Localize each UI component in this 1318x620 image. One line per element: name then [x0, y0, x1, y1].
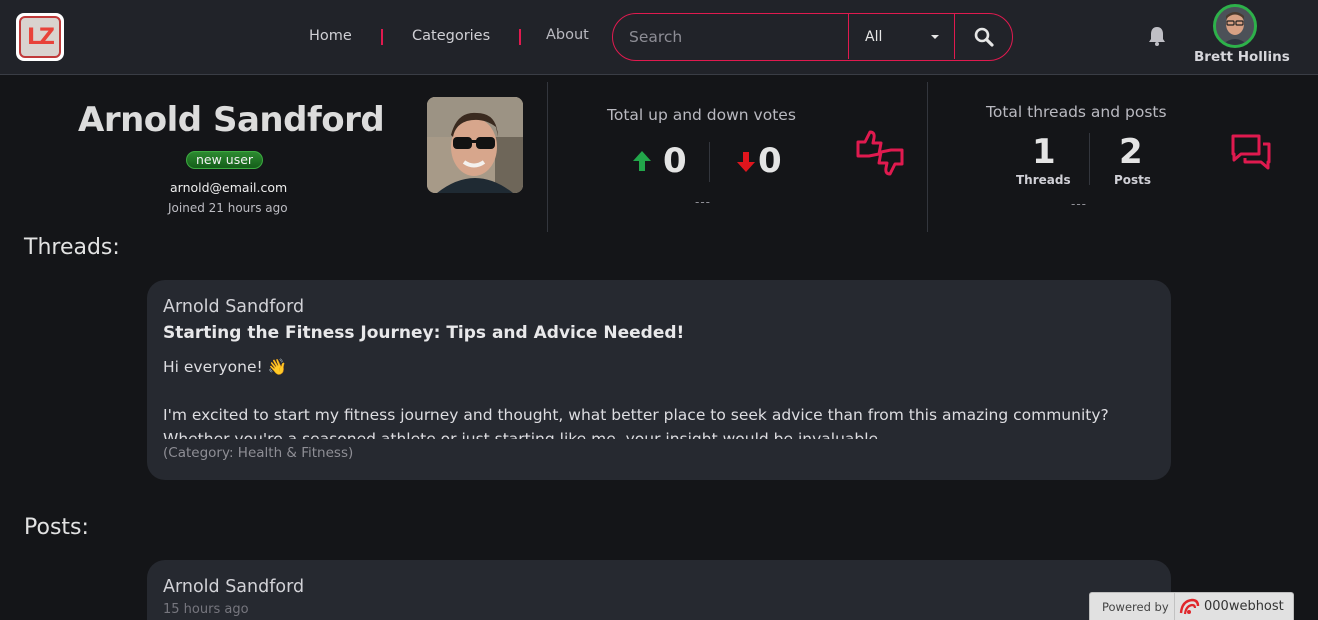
- current-username[interactable]: Brett Hollins: [1194, 49, 1290, 65]
- user-avatar[interactable]: [1213, 4, 1257, 48]
- logo-frame: LZ: [19, 16, 61, 58]
- thread-excerpt-line: Whether you're a seasoned athlete or jus…: [163, 430, 883, 439]
- profile-photo: [427, 97, 523, 193]
- top-navbar: LZ Home Categories About All: [0, 0, 1318, 75]
- stats-divider-2: [927, 82, 928, 232]
- posts-heading: Posts:: [24, 515, 89, 540]
- profile-name: Arnold Sandford: [78, 100, 385, 140]
- posts-count: 2: [1119, 132, 1143, 172]
- thumbs-up-down-icon: [856, 130, 904, 176]
- search-input[interactable]: [613, 14, 849, 59]
- threads-heading: Threads:: [24, 235, 120, 260]
- arrow-up-icon: [633, 151, 651, 171]
- post-card[interactable]: Arnold Sandford 15 hours ago: [147, 560, 1171, 620]
- profile-photo-image: [427, 97, 523, 193]
- nav-home-link[interactable]: Home: [309, 28, 352, 44]
- post-time: 15 hours ago: [163, 602, 249, 617]
- site-logo[interactable]: LZ: [16, 13, 64, 61]
- powered-by-badge[interactable]: Powered by 000webhost: [1089, 592, 1294, 620]
- stats-divider: [547, 82, 548, 232]
- profile-email: arnold@email.com: [170, 180, 288, 195]
- activity-title: Total threads and posts: [986, 103, 1167, 121]
- powered-by-label: Powered by: [1102, 600, 1169, 614]
- thread-card[interactable]: Arnold Sandford Starting the Fitness Jou…: [147, 280, 1171, 480]
- thread-excerpt-line: Hi everyone! 👋: [163, 358, 287, 376]
- activity-divider: [1089, 133, 1090, 185]
- host-name: 000webhost: [1204, 599, 1284, 614]
- thread-title[interactable]: Starting the Fitness Journey: Tips and A…: [163, 323, 684, 343]
- thread-excerpt: Hi everyone! 👋 I'm excited to start my f…: [163, 355, 1153, 439]
- host-logo-icon: [1179, 598, 1200, 615]
- threads-label: Threads: [1016, 173, 1071, 187]
- search-button[interactable]: [955, 14, 1012, 59]
- user-role-badge: new user: [186, 151, 264, 169]
- nav-separator: [381, 29, 383, 45]
- search-category-select[interactable]: All: [848, 14, 955, 59]
- profile-joined: Joined 21 hours ago: [168, 201, 288, 215]
- activity-placeholder: ---: [1071, 197, 1087, 211]
- search-icon: [974, 27, 994, 47]
- search-bar: All: [612, 13, 1013, 61]
- votes-title: Total up and down votes: [607, 106, 796, 124]
- nav-categories-link[interactable]: Categories: [412, 28, 490, 44]
- upvote-count: 0: [663, 141, 687, 181]
- thread-author[interactable]: Arnold Sandford: [163, 297, 304, 317]
- thread-excerpt-line: I'm excited to start my fitness journey …: [163, 406, 1109, 424]
- nav-separator: [519, 29, 521, 45]
- user-avatar-image: [1216, 7, 1254, 45]
- powered-divider: [1174, 593, 1175, 620]
- post-author[interactable]: Arnold Sandford: [163, 577, 304, 597]
- chat-bubbles-icon: [1231, 134, 1271, 170]
- thread-category[interactable]: (Category: Health & Fitness): [163, 445, 353, 461]
- downvote-count: 0: [758, 141, 782, 181]
- bell-icon[interactable]: [1146, 25, 1168, 47]
- votes-placeholder: ---: [695, 195, 711, 209]
- search-category-value: All: [865, 29, 883, 45]
- arrow-down-icon: [737, 152, 755, 172]
- threads-count: 1: [1032, 132, 1056, 172]
- nav-about-link[interactable]: About: [546, 27, 589, 43]
- caret-down-icon: [931, 35, 939, 39]
- thread-excerpt-gap: [163, 379, 1153, 403]
- logo-text: LZ: [27, 24, 55, 50]
- votes-divider: [709, 142, 710, 182]
- posts-label: Posts: [1114, 173, 1152, 187]
